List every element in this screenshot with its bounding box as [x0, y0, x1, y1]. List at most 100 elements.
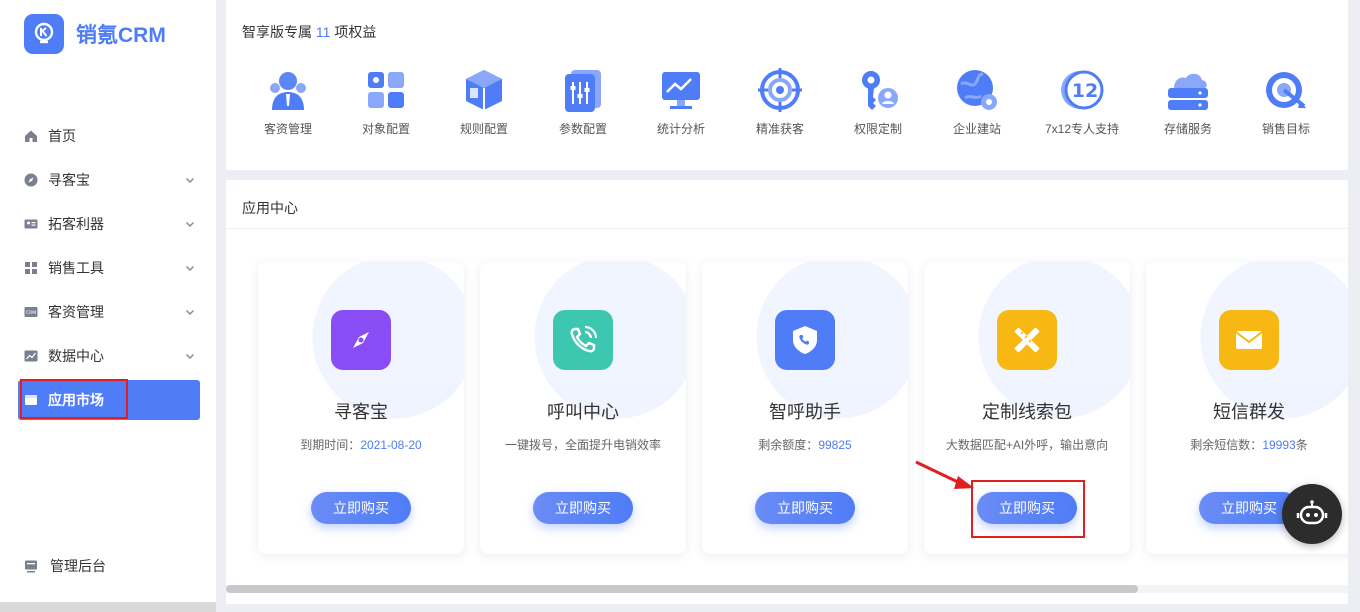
compass-icon — [24, 173, 38, 187]
app-card-xunkebao[interactable]: 寻客宝 到期时间：2021-08-20 立即购买 — [258, 262, 464, 554]
benefit-label: 存储服务 — [1163, 122, 1212, 136]
globe-gear-icon — [957, 70, 997, 110]
annotation-highlight-box — [20, 379, 128, 419]
app-card-lead-package[interactable]: 定制线索包 大数据匹配+AI外呼，输出意向 立即购买 — [924, 262, 1130, 554]
envelope-icon — [1219, 310, 1279, 370]
benefit-item[interactable]: 权限定制 — [828, 66, 928, 137]
lightbulb-k-icon — [24, 14, 64, 54]
app-card-smart-call[interactable]: 智呼助手 剩余额度：99825 立即购买 — [702, 262, 908, 554]
chevron-down-icon — [186, 310, 194, 315]
benefits-title: 智享版专属 11 项权益 — [242, 22, 376, 42]
sidebar-scrollbar[interactable] — [0, 602, 216, 612]
key-user-icon — [862, 71, 898, 110]
app-logo[interactable]: 销氪CRM — [24, 14, 166, 54]
home-icon — [24, 129, 38, 143]
annotation-arrow-icon — [915, 460, 974, 489]
benefit-label: 权限定制 — [853, 122, 902, 136]
target-icon — [758, 68, 802, 112]
chevron-down-icon — [186, 266, 194, 271]
customer-icon — [270, 72, 306, 110]
chevron-down-icon — [186, 222, 194, 227]
benefit-item[interactable]: 参数配置 — [533, 66, 633, 137]
divider — [226, 228, 1348, 229]
sidebar: 销氪CRM 首页 寻客宝 拓客利器 销售工具 CRM 客资管理 数据中心 应用市… — [0, 0, 216, 612]
horizontal-scrollbar-thumb[interactable] — [226, 585, 1138, 593]
desc-value: 19993 — [1262, 438, 1296, 452]
desc-value: 2021-08-20 — [360, 438, 422, 452]
app-card-title: 定制线索包 — [982, 402, 1072, 422]
crm-icon: CRM — [24, 305, 38, 319]
buy-now-button[interactable]: 立即购买 — [977, 492, 1077, 524]
phone-call-icon — [553, 310, 613, 370]
object-config-icon — [368, 72, 404, 108]
desc-prefix: 剩余额度： — [758, 438, 819, 452]
sidebar-item-label: 寻客宝 — [48, 172, 90, 188]
benefit-label: 规则配置 — [459, 122, 508, 136]
app-card-title: 呼叫中心 — [547, 402, 619, 422]
benefits-count: 11 — [315, 24, 331, 40]
ruler-pencil-icon — [997, 310, 1057, 370]
sidebar-item-label: 拓客利器 — [48, 216, 104, 232]
desc-prefix: 到期时间： — [300, 438, 361, 452]
benefit-label: 参数配置 — [558, 122, 607, 136]
app-card-desc: 大数据匹配+AI外呼，输出意向 — [924, 436, 1130, 453]
sidebar-item-data-center[interactable]: 数据中心 — [18, 336, 200, 376]
buy-now-button[interactable]: 立即购买 — [533, 492, 633, 524]
benefit-item[interactable]: 规则配置 — [434, 66, 534, 137]
buy-now-button[interactable]: 立即购买 — [755, 492, 855, 524]
app-card-title: 寻客宝 — [334, 402, 388, 422]
benefit-item[interactable]: 统计分析 — [631, 66, 731, 137]
app-card-call-center[interactable]: 呼叫中心 一键拨号，全面提升电销效率 立即购买 — [480, 262, 686, 554]
benefit-item[interactable]: 精准获客 — [730, 66, 830, 137]
sidebar-item-app-market[interactable]: 应用市场 — [18, 379, 200, 420]
sidebar-item-sales-tools[interactable]: 销售工具 — [18, 248, 200, 288]
app-card-title: 智呼助手 — [769, 402, 841, 422]
app-name: 销氪CRM — [76, 24, 166, 47]
benefit-item[interactable]: 销售目标 — [1236, 66, 1336, 137]
sidebar-item-tuoke[interactable]: 拓客利器 — [18, 204, 200, 244]
svg-text:CRM: CRM — [26, 310, 36, 316]
app-card-desc: 剩余额度：99825 — [702, 436, 908, 453]
app-card-desc: 剩余短信数：19993条 — [1146, 436, 1348, 453]
benefit-label: 销售目标 — [1261, 122, 1310, 136]
app-card-desc: 到期时间：2021-08-20 — [258, 436, 464, 453]
benefits-title-suffix: 项权益 — [334, 24, 377, 40]
benefit-label: 客资管理 — [263, 122, 312, 136]
admin-link[interactable]: 管理后台 — [24, 556, 106, 576]
monitor-icon — [24, 559, 38, 573]
svg-text:12: 12 — [1072, 80, 1098, 102]
robot-icon — [1296, 500, 1328, 525]
benefit-item[interactable]: 对象配置 — [336, 66, 436, 137]
benefit-label: 对象配置 — [361, 122, 410, 136]
sliders-icon — [565, 70, 601, 112]
buy-now-button[interactable]: 立即购买 — [311, 492, 411, 524]
benefit-item[interactable]: 企业建站 — [927, 66, 1027, 137]
app-card-title: 短信群发 — [1213, 402, 1285, 422]
benefit-item[interactable]: 12 7x12专人支持 — [1032, 66, 1132, 137]
sidebar-item-home[interactable]: 首页 — [18, 116, 200, 156]
desc-suffix: 条 — [1295, 438, 1308, 452]
benefit-item[interactable]: 客资管理 — [238, 66, 338, 137]
robot-assistant-button[interactable] — [1282, 484, 1342, 544]
benefit-label: 企业建站 — [952, 122, 1001, 136]
cloud-storage-icon — [1168, 73, 1208, 110]
clock-12-icon: 12 — [1061, 70, 1104, 110]
benefit-label: 精准获客 — [755, 122, 804, 136]
app-center-panel: 应用中心 寻客宝 到期时间：2021-08-20 立即购买 呼叫中心 一键拨号，… — [226, 180, 1348, 604]
benefits-panel: 智享版专属 11 项权益 客资管理 对象配置 规则配置 参数配置 统计分析 精准… — [226, 0, 1348, 170]
app-card-desc: 一键拨号，全面提升电销效率 — [480, 436, 686, 453]
sidebar-item-xunkebao[interactable]: 寻客宝 — [18, 160, 200, 200]
monitor-chart-icon — [662, 72, 700, 109]
sidebar-item-label: 数据中心 — [48, 348, 104, 364]
benefit-label: 7x12专人支持 — [1044, 122, 1120, 136]
shield-phone-icon — [775, 310, 835, 370]
app-center-title: 应用中心 — [242, 200, 298, 216]
sidebar-item-crm[interactable]: CRM 客资管理 — [18, 292, 200, 332]
id-card-icon — [24, 217, 38, 231]
chart-icon — [24, 349, 38, 363]
benefit-item[interactable]: 存储服务 — [1138, 66, 1238, 137]
sidebar-item-label: 首页 — [48, 128, 76, 144]
grid-icon — [24, 261, 38, 275]
desc-prefix: 剩余短信数： — [1190, 438, 1263, 452]
benefits-title-prefix: 智享版专属 — [242, 24, 312, 40]
